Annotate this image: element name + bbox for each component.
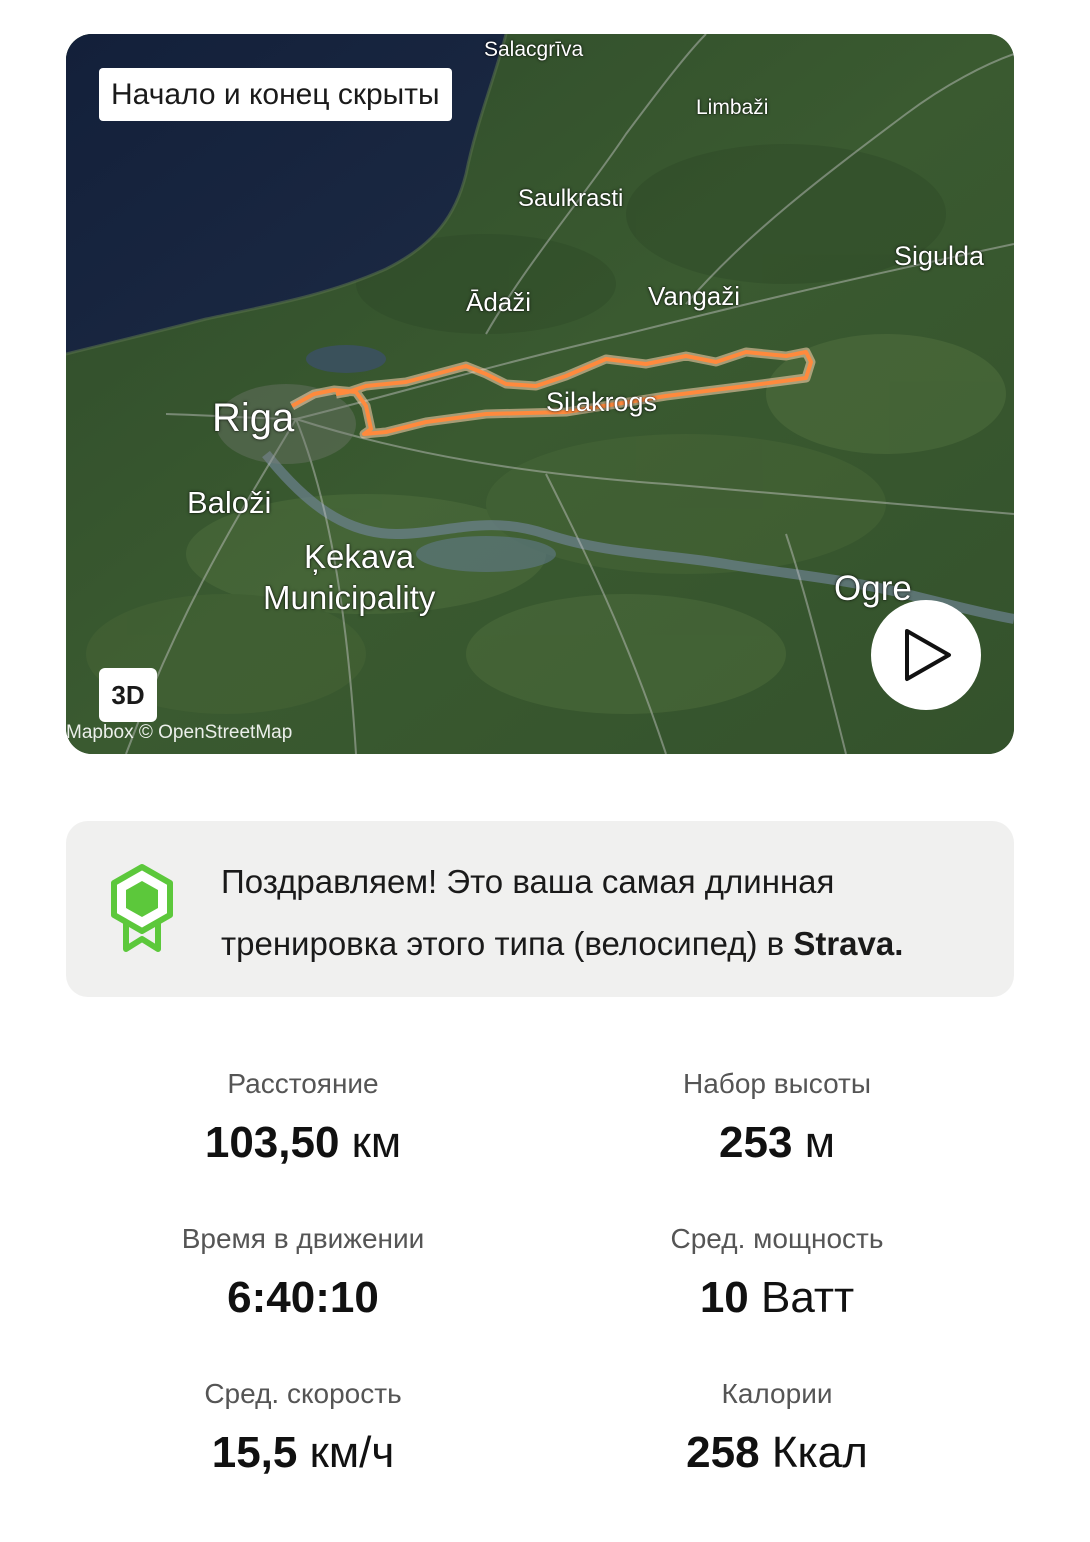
place-label-balozi: Baloži [187, 485, 272, 520]
place-label-kekava: Ķekava [304, 538, 415, 575]
place-label-riga: Riga [212, 396, 295, 440]
place-label-kekava-municipality: Municipality [263, 579, 436, 616]
play-flyover-button[interactable] [871, 600, 981, 710]
stat-elevation-gain: Набор высоты 253 м [540, 1060, 1014, 1178]
stat-label: Расстояние [227, 1068, 379, 1099]
privacy-hidden-badge: Начало и конец скрыты [99, 68, 452, 121]
stat-distance: Расстояние 103,50 км [66, 1060, 540, 1178]
achievement-text: Поздравляем! Это ваша самая длинная трен… [221, 863, 835, 962]
achievement-badge-icon [111, 864, 173, 952]
stat-label: Сред. скорость [204, 1378, 402, 1409]
place-label-saulkrasti: Saulkrasti [518, 185, 624, 212]
place-label-ogre: Ogre [834, 569, 912, 608]
achievement-message: Поздравляем! Это ваша самая длинная трен… [221, 851, 991, 975]
strava-brand: Strava. [793, 925, 904, 962]
place-label-adazi: Ādaži [466, 287, 532, 317]
stat-value: 15,5 км/ч [211, 1428, 395, 1477]
map-attribution[interactable]: Mapbox © OpenStreetMap [66, 722, 292, 744]
stat-value: 253 м [719, 1118, 835, 1167]
stat-value: 6:40:10 [227, 1273, 379, 1322]
stat-avg-speed: Сред. скорость 15,5 км/ч [66, 1370, 540, 1488]
stat-label: Сред. мощность [670, 1223, 884, 1254]
place-label-silakrogs: Silakrogs [546, 387, 658, 417]
stat-label: Время в движении [181, 1223, 425, 1254]
place-label-sigulda: Sigulda [894, 241, 985, 271]
3d-view-button[interactable]: 3D [99, 668, 157, 722]
place-label-salacgriva: Salacgrīva [484, 38, 584, 61]
achievement-banner: Поздравляем! Это ваша самая длинная трен… [66, 821, 1014, 997]
place-label-limbazi: Limbaži [696, 96, 769, 119]
stat-calories: Калории 258 Ккал [540, 1370, 1014, 1488]
place-label-vangazi: Vangaži [648, 281, 741, 311]
stat-moving-time: Время в движении 6:40:10 [66, 1215, 540, 1333]
play-icon [905, 629, 951, 681]
stat-label: Набор высоты [683, 1068, 871, 1099]
stat-avg-power: Сред. мощность 10 Ватт [540, 1215, 1014, 1333]
stat-label: Калории [721, 1378, 833, 1409]
stat-value: 10 Ватт [699, 1273, 855, 1322]
stat-value: 258 Ккал [686, 1428, 868, 1477]
stat-value: 103,50 км [204, 1118, 402, 1167]
route-map[interactable]: Salacgrīva Limbaži Saulkrasti Sigulda Ād… [66, 34, 1014, 754]
